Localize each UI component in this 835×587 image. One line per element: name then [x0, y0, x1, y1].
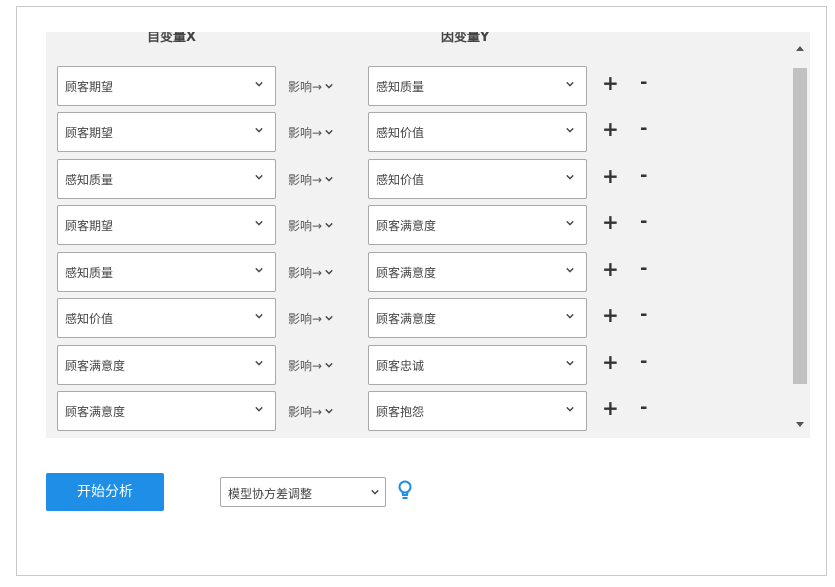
relation-select[interactable]: 影响→ [288, 264, 333, 281]
y-variable-select[interactable]: 感知质量 [368, 66, 587, 106]
chevron-down-icon [325, 362, 333, 368]
x-variable-select[interactable]: 感知质量 [57, 159, 276, 199]
relation-select[interactable]: 影响→ [288, 78, 333, 95]
y-variable-select[interactable]: 顾客忠诚 [368, 345, 587, 385]
x-variable-select[interactable]: 顾客期望 [57, 205, 276, 245]
add-row-button[interactable]: + [602, 257, 619, 281]
relation-select[interactable]: 影响→ [288, 217, 333, 234]
y-variable-select[interactable]: 感知价值 [368, 112, 587, 152]
scroll-down-icon[interactable] [796, 422, 804, 427]
remove-row-button[interactable]: - [640, 165, 647, 186]
chevron-down-icon [566, 174, 574, 180]
chevron-down-icon [255, 406, 263, 412]
y-column-header: 因变量Y [441, 32, 490, 45]
chevron-down-icon [255, 313, 263, 319]
remove-row-button[interactable]: - [640, 72, 647, 93]
relation-select[interactable]: 影响→ [288, 124, 333, 141]
relation-panel: 自变量X 因变量Y 顾客期望 影响→ 感知质量 + - 顾客期望 影响→ 感知价… [46, 32, 810, 438]
y-variable-select[interactable]: 顾客满意度 [368, 205, 587, 245]
chevron-down-icon [566, 313, 574, 319]
add-row-button[interactable]: + [602, 210, 619, 234]
x-variable-select[interactable]: 顾客满意度 [57, 345, 276, 385]
remove-row-button[interactable]: - [640, 397, 647, 418]
chevron-down-icon [566, 81, 574, 87]
x-variable-select[interactable]: 顾客满意度 [57, 391, 276, 431]
lightbulb-icon[interactable] [398, 480, 412, 502]
x-variable-select[interactable]: 感知质量 [57, 252, 276, 292]
model-adjust-select[interactable]: 模型协方差调整 [220, 477, 386, 507]
chevron-down-icon [325, 222, 333, 228]
chevron-down-icon [255, 81, 263, 87]
chevron-down-icon [255, 220, 263, 226]
relation-select[interactable]: 影响→ [288, 310, 333, 327]
remove-row-button[interactable]: - [640, 258, 647, 279]
relation-row: 顾客期望 影响→ 顾客满意度 + - [46, 205, 786, 245]
chevron-down-icon [566, 267, 574, 273]
x-column-header: 自变量X [147, 32, 197, 45]
relation-row: 顾客期望 影响→ 感知质量 + - [46, 66, 786, 106]
add-row-button[interactable]: + [602, 164, 619, 188]
relation-row: 顾客满意度 影响→ 顾客忠诚 + - [46, 345, 786, 385]
remove-row-button[interactable]: - [640, 351, 647, 372]
chevron-down-icon [255, 267, 263, 273]
chevron-down-icon [325, 408, 333, 414]
remove-row-button[interactable]: - [640, 304, 647, 325]
chevron-down-icon [325, 315, 333, 321]
y-variable-select[interactable]: 顾客满意度 [368, 252, 587, 292]
relation-select[interactable]: 影响→ [288, 403, 333, 420]
chevron-down-icon [566, 406, 574, 412]
x-variable-select[interactable]: 顾客期望 [57, 112, 276, 152]
chevron-down-icon [566, 360, 574, 366]
y-variable-select[interactable]: 顾客抱怨 [368, 391, 587, 431]
relation-row: 感知质量 影响→ 感知价值 + - [46, 159, 786, 199]
x-variable-select[interactable]: 感知价值 [57, 298, 276, 338]
remove-row-button[interactable]: - [640, 211, 647, 232]
vertical-scrollbar[interactable] [790, 32, 810, 438]
chevron-down-icon [255, 360, 263, 366]
relation-select[interactable]: 影响→ [288, 171, 333, 188]
relation-row: 感知价值 影响→ 顾客满意度 + - [46, 298, 786, 338]
add-row-button[interactable]: + [602, 350, 619, 374]
relation-row: 感知质量 影响→ 顾客满意度 + - [46, 252, 786, 292]
scroll-up-icon[interactable] [796, 46, 804, 51]
add-row-button[interactable]: + [602, 117, 619, 141]
relation-row: 顾客满意度 影响→ 顾客抱怨 + - [46, 391, 786, 431]
add-row-button[interactable]: + [602, 396, 619, 420]
chevron-down-icon [325, 83, 333, 89]
chevron-down-icon [255, 174, 263, 180]
chevron-down-icon [325, 129, 333, 135]
remove-row-button[interactable]: - [640, 118, 647, 139]
chevron-down-icon [566, 220, 574, 226]
start-analysis-button[interactable]: 开始分析 [46, 473, 164, 511]
y-variable-select[interactable]: 顾客满意度 [368, 298, 587, 338]
chevron-down-icon [255, 127, 263, 133]
relation-row: 顾客期望 影响→ 感知价值 + - [46, 112, 786, 152]
add-row-button[interactable]: + [602, 303, 619, 327]
chevron-down-icon [566, 127, 574, 133]
chevron-down-icon [371, 489, 379, 495]
scrollbar-thumb[interactable] [793, 68, 807, 384]
y-variable-select[interactable]: 感知价值 [368, 159, 587, 199]
add-row-button[interactable]: + [602, 71, 619, 95]
chevron-down-icon [325, 176, 333, 182]
chevron-down-icon [325, 269, 333, 275]
relation-select[interactable]: 影响→ [288, 357, 333, 374]
x-variable-select[interactable]: 顾客期望 [57, 66, 276, 106]
